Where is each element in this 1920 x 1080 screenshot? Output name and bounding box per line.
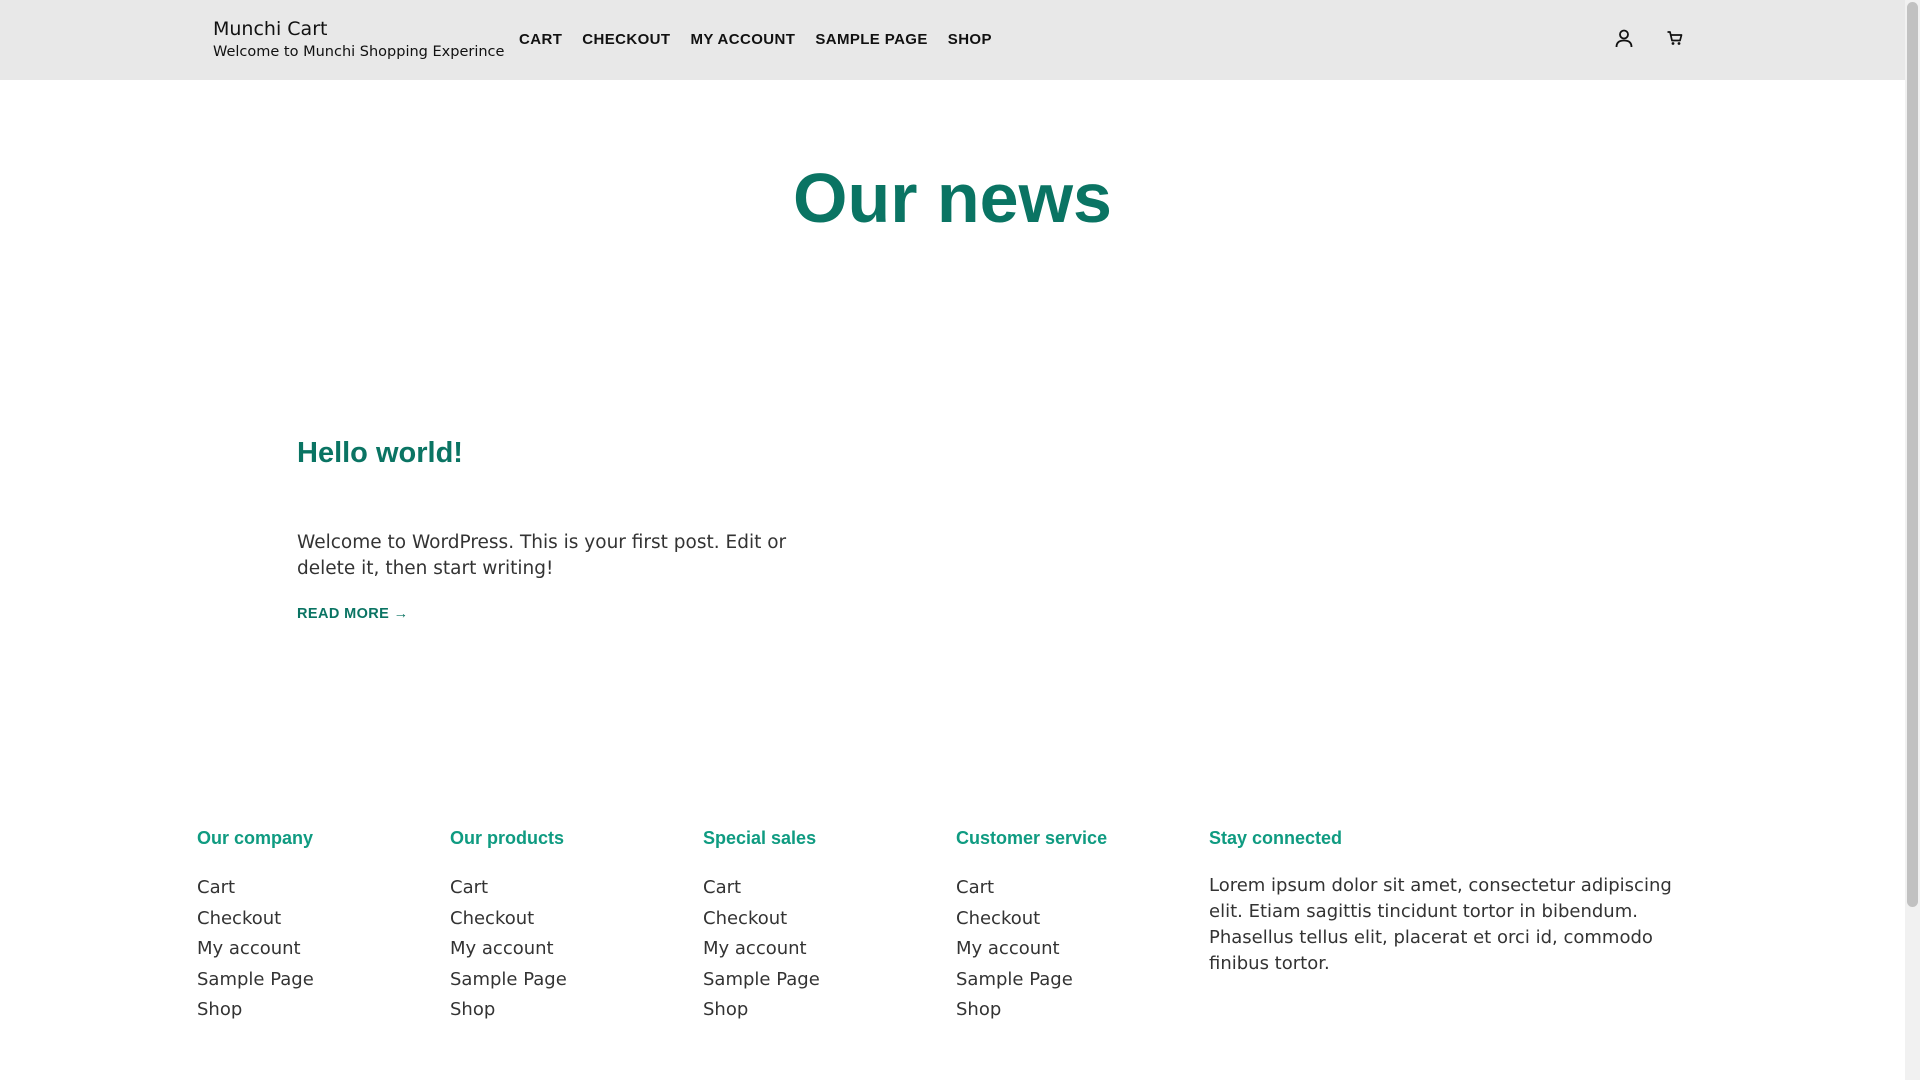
site-header: Munchi Cart Welcome to Munchi Shopping E…	[0, 0, 1905, 80]
read-more-link[interactable]: READ MORE →	[297, 606, 409, 622]
footer-link-list: Cart Checkout My account Sample Page Sho…	[703, 873, 820, 1026]
footer-link-sample-page[interactable]: Sample Page	[956, 965, 1107, 996]
site-title[interactable]: Munchi Cart	[213, 18, 327, 40]
footer-link-shop[interactable]: Shop	[197, 995, 314, 1026]
footer-link-checkout[interactable]: Checkout	[956, 904, 1107, 935]
footer-link-my-account[interactable]: My account	[956, 934, 1107, 965]
user-icon[interactable]	[1613, 27, 1635, 49]
footer-column-our-company: Our company Cart Checkout My account Sam…	[197, 828, 314, 1026]
footer-link-my-account[interactable]: My account	[450, 934, 567, 965]
page-title: Our news	[793, 159, 1112, 237]
scrollbar-thumb[interactable]	[1907, 2, 1918, 907]
footer-heading: Our company	[197, 828, 314, 848]
footer-link-my-account[interactable]: My account	[197, 934, 314, 965]
footer-link-my-account[interactable]: My account	[703, 934, 820, 965]
footer-heading: Our products	[450, 828, 565, 848]
footer-link-cart[interactable]: Cart	[703, 873, 820, 904]
nav-item-my-account[interactable]: MY ACCOUNT	[690, 31, 795, 48]
footer-link-cart[interactable]: Cart	[450, 873, 567, 904]
footer-column-stay-connected: Stay connected Lorem ipsum dolor sit ame…	[1209, 828, 1699, 977]
footer-link-cart[interactable]: Cart	[197, 873, 314, 904]
vertical-scrollbar[interactable]	[1905, 0, 1920, 1080]
footer-link-shop[interactable]: Shop	[703, 995, 820, 1026]
footer-link-checkout[interactable]: Checkout	[197, 904, 314, 935]
cart-icon[interactable]	[1664, 27, 1686, 49]
site-tagline: Welcome to Munchi Shopping Experince	[213, 44, 505, 60]
footer-link-checkout[interactable]: Checkout	[450, 904, 567, 935]
stay-connected-text: Lorem ipsum dolor sit amet, consectetur …	[1209, 875, 1672, 974]
footer-link-sample-page[interactable]: Sample Page	[703, 965, 820, 996]
main-nav: CART CHECKOUT MY ACCOUNT SAMPLE PAGE SHO…	[519, 31, 992, 48]
post-excerpt: Welcome to WordPress. This is your first…	[297, 532, 787, 579]
footer-link-list: Cart Checkout My account Sample Page Sho…	[197, 873, 314, 1026]
nav-item-sample-page[interactable]: SAMPLE PAGE	[815, 31, 927, 48]
footer-heading: Special sales	[703, 828, 817, 848]
post-title[interactable]: Hello world!	[297, 437, 463, 470]
footer-heading: Customer service	[956, 828, 1108, 848]
footer-link-shop[interactable]: Shop	[450, 995, 567, 1026]
footer-link-sample-page[interactable]: Sample Page	[450, 965, 567, 996]
footer-link-list: Cart Checkout My account Sample Page Sho…	[956, 873, 1107, 1026]
footer-heading: Stay connected	[1209, 828, 1343, 848]
footer-link-list: Cart Checkout My account Sample Page Sho…	[450, 873, 567, 1026]
nav-item-cart[interactable]: CART	[519, 31, 562, 48]
nav-item-checkout[interactable]: CHECKOUT	[582, 31, 670, 48]
footer-link-shop[interactable]: Shop	[956, 995, 1107, 1026]
footer-link-checkout[interactable]: Checkout	[703, 904, 820, 935]
footer-link-cart[interactable]: Cart	[956, 873, 1107, 904]
footer-column-customer-service: Customer service Cart Checkout My accoun…	[956, 828, 1107, 1026]
nav-item-shop[interactable]: SHOP	[948, 31, 992, 48]
footer-column-special-sales: Special sales Cart Checkout My account S…	[703, 828, 820, 1026]
footer-link-sample-page[interactable]: Sample Page	[197, 965, 314, 996]
footer-column-our-products: Our products Cart Checkout My account Sa…	[450, 828, 567, 1026]
